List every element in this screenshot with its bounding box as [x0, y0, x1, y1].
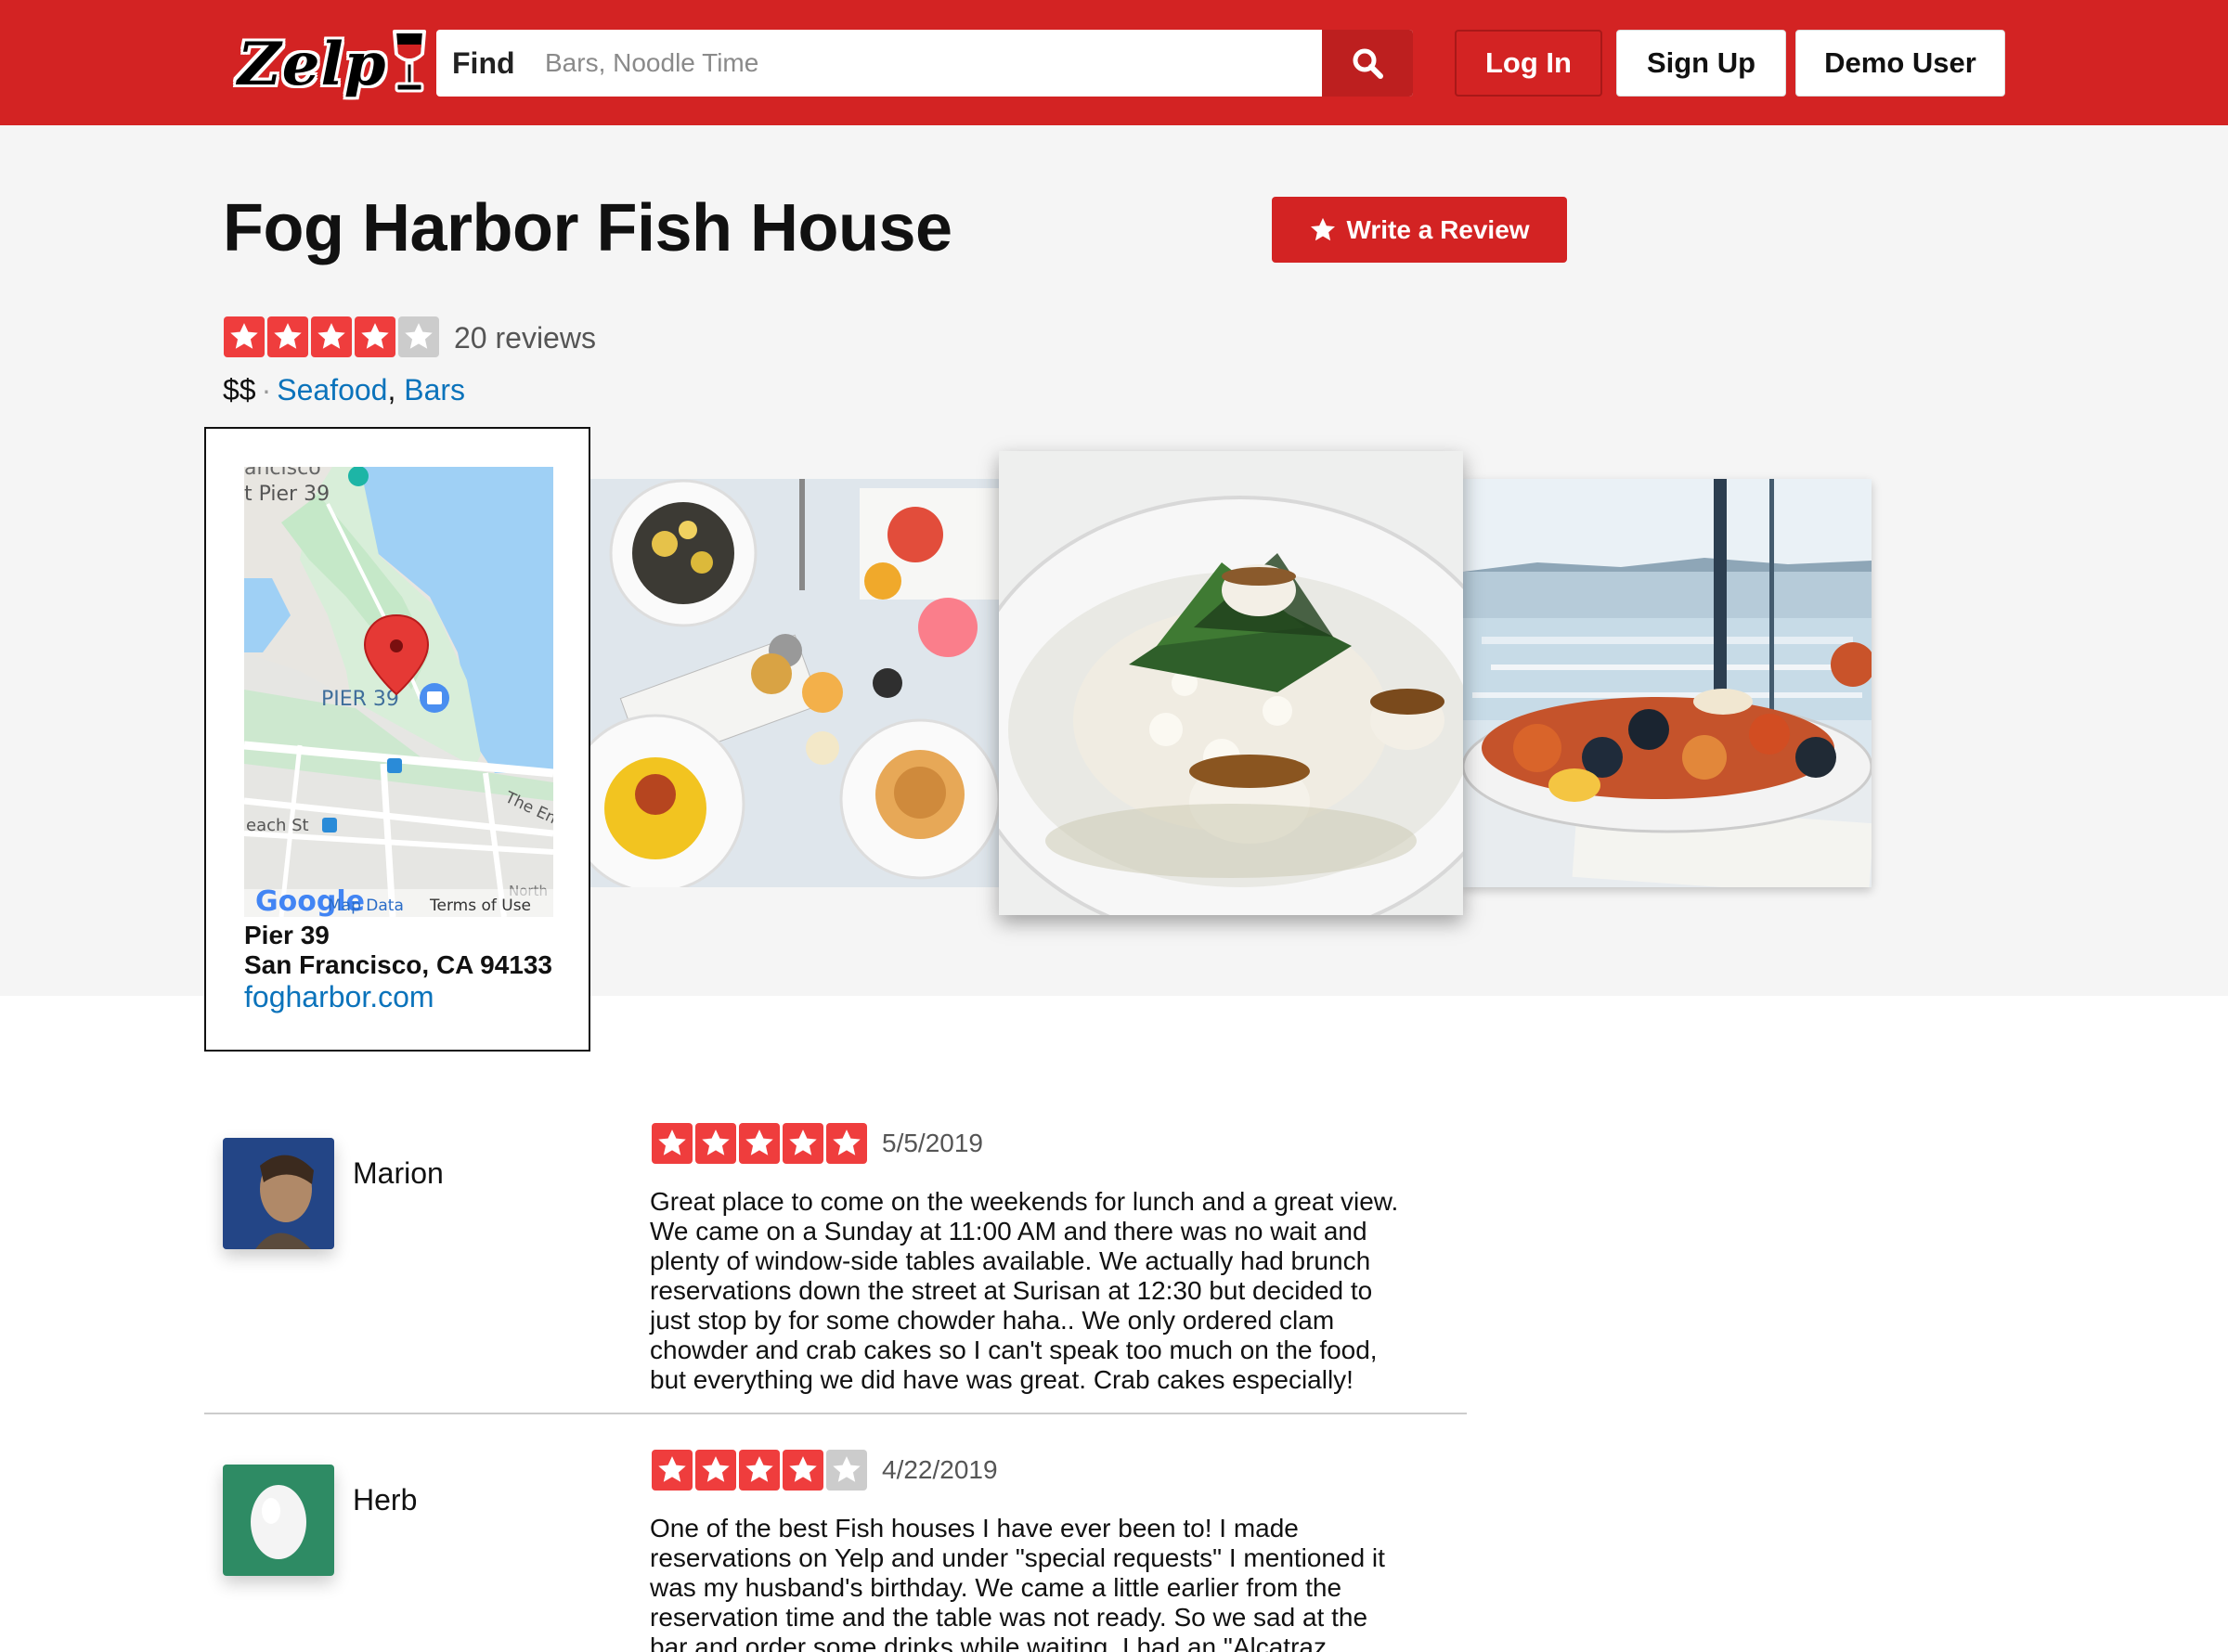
category-link-seafood[interactable]: Seafood — [277, 373, 387, 407]
scallop-risotto-photo[interactable] — [999, 451, 1463, 915]
demo-user-button[interactable]: Demo User — [1795, 30, 2005, 97]
rating-star-icon — [267, 316, 308, 357]
map-label-beach: each St — [246, 816, 309, 835]
map-data-link[interactable]: Map Data — [328, 897, 404, 915]
review-line: reservations on Yelp and under "special … — [650, 1543, 1385, 1572]
review-line: bar and order some drinks while waiting.… — [650, 1633, 1327, 1652]
rating-star-icon — [224, 316, 265, 357]
review-date-marion: 5/5/2019 — [882, 1129, 983, 1157]
reviewer-name-herb[interactable]: Herb — [353, 1483, 417, 1517]
map-label-pier: PIER 39 — [321, 688, 399, 711]
review-text-marion: Great place to come on the weekends for … — [650, 1187, 1420, 1395]
rating-star-icon — [783, 1450, 823, 1491]
rating-star-icon — [652, 1450, 693, 1491]
wine-glass-icon — [391, 28, 428, 101]
category-comma: , — [387, 373, 396, 407]
business-title: Fog Harbor Fish House — [223, 191, 952, 265]
search-input[interactable] — [545, 30, 1322, 97]
rating-star-icon — [311, 316, 352, 357]
address-line-1: Pier 39 — [244, 921, 330, 949]
review-line: Great place to come on the weekends for … — [650, 1187, 1399, 1216]
business-rating-stars — [224, 316, 439, 357]
category-link-bars[interactable]: Bars — [404, 373, 465, 407]
rating-star-icon — [783, 1123, 823, 1164]
rating-star-icon — [398, 316, 439, 357]
rating-star-icon — [739, 1123, 780, 1164]
star-icon — [1311, 217, 1336, 240]
review-line: but everything we did have was great. Cr… — [650, 1365, 1354, 1394]
review-line: chowder and crab cakes so I can't speak … — [650, 1336, 1378, 1364]
rating-star-icon — [695, 1450, 736, 1491]
review-line: plenty of window-side tables available. … — [650, 1246, 1371, 1275]
address-line-2: San Francisco, CA 94133 — [244, 950, 553, 979]
search-icon — [1353, 48, 1383, 79]
rating-star-icon — [739, 1450, 780, 1491]
review-rating-stars-marion — [652, 1123, 867, 1164]
log-in-button[interactable]: Log In — [1455, 30, 1602, 97]
rating-star-icon — [652, 1123, 693, 1164]
review-line: just stop by for some chowder haha.. We … — [650, 1306, 1335, 1335]
reviewer-name-marion[interactable]: Marion — [353, 1156, 444, 1191]
search-bar: Find — [436, 30, 1413, 97]
seafood-table-photo[interactable] — [590, 479, 999, 887]
reviewer-avatar-marion[interactable] — [223, 1138, 334, 1249]
terms-of-use-link[interactable]: Terms of Use — [429, 897, 531, 915]
review-date-herb: 4/22/2019 — [882, 1455, 998, 1484]
top-navbar: Zelp Find Log In Sign Up Demo User — [0, 0, 2228, 125]
sign-up-button[interactable]: Sign Up — [1616, 30, 1786, 97]
rating-star-icon — [826, 1450, 867, 1491]
write-review-label: Write a Review — [1346, 214, 1530, 244]
rating-star-icon — [826, 1123, 867, 1164]
reviewer-avatar-herb[interactable] — [223, 1465, 334, 1576]
price-range: $$ — [223, 373, 256, 407]
search-button[interactable] — [1322, 30, 1413, 97]
rating-star-icon — [355, 316, 395, 357]
review-divider — [204, 1413, 1467, 1414]
write-review-button[interactable]: Write a Review — [1272, 197, 1567, 263]
website-link[interactable]: fogharbor.com — [244, 980, 434, 1014]
logo-text: Zelp — [238, 29, 387, 99]
location-map[interactable]: ancisco t Pier 39 PIER 39 each St The En… — [244, 467, 553, 917]
review-rating-stars-herb — [652, 1450, 867, 1491]
seafood-platter-harbor-photo[interactable] — [1463, 479, 1872, 887]
review-line: was my husband's birthday. We came a lit… — [650, 1573, 1342, 1602]
review-line: reservation time and the table was not r… — [650, 1603, 1368, 1632]
rating-star-icon — [695, 1123, 736, 1164]
review-count: 20 reviews — [454, 321, 596, 355]
zelp-logo[interactable]: Zelp — [238, 22, 428, 106]
review-line: One of the best Fish houses I have ever … — [650, 1514, 1299, 1542]
review-line: reservations down the street at Surisan … — [650, 1276, 1373, 1305]
review-line: We came on a Sunday at 11:00 AM and ther… — [650, 1217, 1367, 1245]
search-find-label: Find — [452, 45, 515, 80]
review-text-herb: One of the best Fish houses I have ever … — [650, 1514, 1420, 1652]
map-label-pier-top: t Pier 39 — [244, 483, 330, 506]
location-card: ancisco t Pier 39 PIER 39 each St The En… — [204, 427, 590, 1052]
separator-dot: · — [261, 373, 272, 407]
map-label-city: ancisco — [244, 467, 321, 480]
price-categories-line: $$ · Seafood, Bars — [223, 371, 465, 408]
